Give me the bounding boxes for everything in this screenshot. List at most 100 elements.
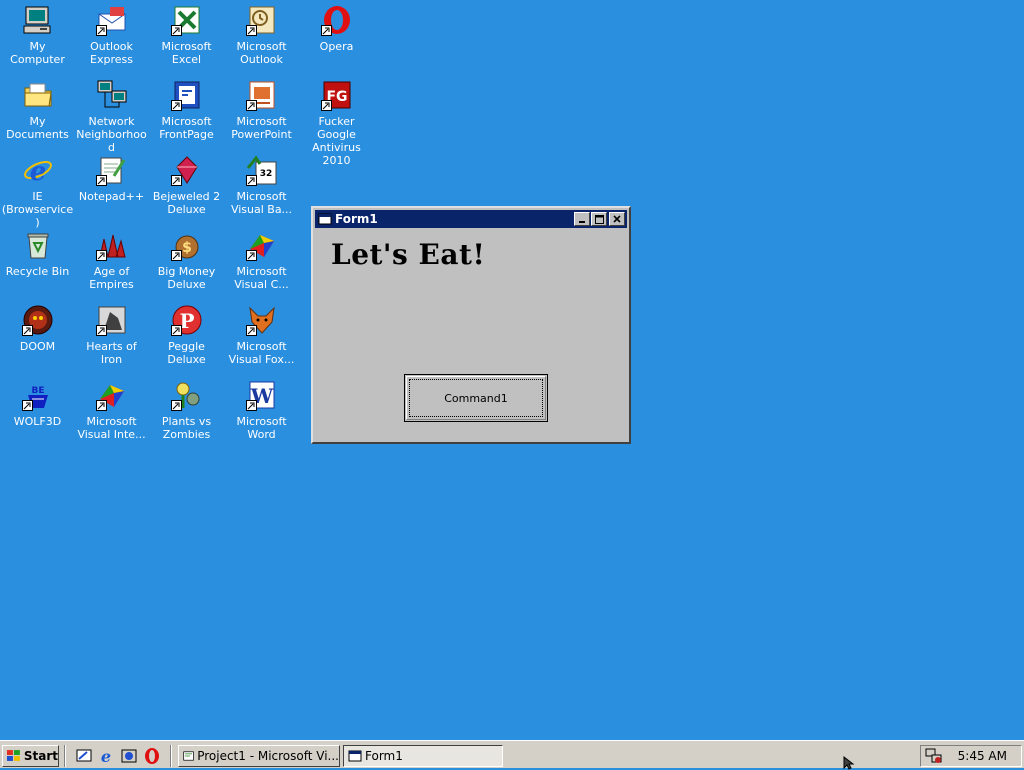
icon-label: My Documents (6, 115, 69, 141)
desktop-icon-my-documents[interactable]: My Documents (0, 77, 75, 149)
desktop-icon-hearts-of-iron[interactable]: Hearts of Iron (74, 302, 149, 374)
icon-label: Hearts of Iron (86, 340, 137, 366)
computer-icon (22, 4, 54, 36)
desktop-icon-wolf3d[interactable]: BE WOLF3D (0, 377, 75, 449)
shortcut-arrow-icon (245, 250, 257, 261)
close-icon (613, 215, 621, 223)
wolf3d-icon: BE (21, 379, 54, 411)
icon-label: Network Neighborhood (76, 115, 147, 154)
svg-text:32: 32 (259, 169, 272, 179)
task-label: Form1 (365, 749, 403, 763)
big-money-icon: $ (170, 229, 203, 261)
close-button[interactable] (609, 212, 625, 226)
outlook-icon (245, 4, 278, 36)
svg-text:$: $ (182, 240, 192, 256)
excel-icon (170, 4, 203, 36)
svg-text:e: e (29, 157, 46, 186)
network-tray-icon[interactable] (925, 748, 943, 764)
icon-label: Big Money Deluxe (157, 265, 216, 291)
plants-vs-zombies-icon (170, 379, 203, 411)
command1-button[interactable]: Command1 (404, 374, 548, 422)
icon-label: Recycle Bin (5, 265, 70, 278)
icon-label: IE (Browservice) (1, 190, 74, 229)
desktop-icon-big-money[interactable]: $ Big Money Deluxe (149, 227, 224, 299)
shortcut-arrow-icon (245, 25, 257, 36)
minimize-button[interactable] (574, 212, 590, 226)
clock[interactable]: 5:45 AM (958, 749, 1007, 763)
maximize-icon (594, 214, 604, 224)
task-button-form1[interactable]: Form1 (343, 745, 503, 767)
shortcut-arrow-icon (170, 325, 182, 336)
taskbar-separator (170, 745, 172, 767)
recycle-bin-icon (22, 229, 54, 261)
shortcut-arrow-icon (320, 100, 332, 111)
form-icon[interactable] (318, 212, 332, 226)
desktop-icon-antivirus[interactable]: FG Fucker Google Antivirus 2010 (299, 77, 374, 167)
start-label: Start (23, 749, 58, 763)
desktop-icon-ie[interactable]: e IE (Browservice) (0, 152, 75, 229)
icon-label: My Computer (10, 40, 65, 66)
show-desktop-icon[interactable] (75, 747, 93, 765)
form-icon (348, 750, 362, 762)
taskbar: Start e Project1 - Microsoft Vi... Form1… (0, 740, 1024, 768)
icon-label: Notepad++ (78, 190, 145, 203)
desktop-icon-plants-vs-zombies[interactable]: Plants vs Zombies (149, 377, 224, 449)
shortcut-arrow-icon (95, 400, 107, 411)
shortcut-arrow-icon (95, 175, 107, 186)
task-button-project1[interactable]: Project1 - Microsoft Vi... (178, 745, 340, 767)
desktop-icon-outlook-express[interactable]: Outlook Express (74, 2, 149, 74)
maximize-button[interactable] (591, 212, 607, 226)
icon-label: WOLF3D (13, 415, 62, 428)
shortcut-arrow-icon (245, 400, 257, 411)
shortcut-arrow-icon (21, 400, 33, 411)
desktop-icon-age-of-empires[interactable]: Age of Empires (74, 227, 149, 299)
desktop-icon-opera[interactable]: Opera (299, 2, 374, 74)
opera-icon[interactable] (143, 747, 161, 765)
desktop-icon-microsoft-powerpoint[interactable]: Microsoft PowerPoint (224, 77, 299, 149)
shortcut-arrow-icon (170, 25, 182, 36)
desktop-icon-network-neighborhood[interactable]: Network Neighborhood (74, 77, 149, 154)
form1-window[interactable]: Form1 Let's Eat! Command1 (311, 206, 631, 444)
desktop-icon-visual-foxpro[interactable]: Microsoft Visual Fox... (224, 302, 299, 374)
desktop-icon-microsoft-word[interactable]: W Microsoft Word (224, 377, 299, 449)
windows-logo-icon (6, 750, 20, 761)
command1-label: Command1 (444, 391, 508, 405)
visual-basic-icon: 32 (245, 154, 278, 186)
shortcut-arrow-icon (95, 325, 107, 336)
icon-label: Peggle Deluxe (167, 340, 206, 366)
folder-icon (22, 79, 54, 111)
icon-label: DOOM (19, 340, 56, 353)
shortcut-arrow-icon (170, 400, 182, 411)
svg-text:BE: BE (31, 386, 44, 396)
start-button[interactable]: Start (2, 745, 59, 767)
ie-icon: e (22, 154, 54, 186)
shortcut-arrow-icon (21, 325, 33, 336)
desktop-icon-microsoft-outlook[interactable]: Microsoft Outlook (224, 2, 299, 74)
desktop-icon-notepad-plus-plus[interactable]: Notepad++ (74, 152, 149, 224)
desktop-icon-bejeweled[interactable]: Bejeweled 2 Deluxe (149, 152, 224, 224)
desktop-icon-doom[interactable]: DOOM (0, 302, 75, 374)
window-titlebar[interactable]: Form1 (315, 210, 627, 228)
desktop-icon-visual-basic[interactable]: 32 Microsoft Visual Ba... (224, 152, 299, 224)
desktop-icon-visual-interdev[interactable]: Microsoft Visual Inte... (74, 377, 149, 449)
ie-icon[interactable]: e (97, 747, 115, 765)
desktop-icon-recycle-bin[interactable]: Recycle Bin (0, 227, 75, 299)
notepad-icon (95, 154, 128, 186)
desktop-icon-visual-c[interactable]: Microsoft Visual C... (224, 227, 299, 299)
desktop-icon-microsoft-frontpage[interactable]: Microsoft FrontPage (149, 77, 224, 149)
visual-interdev-icon (95, 379, 128, 411)
doom-icon (21, 304, 54, 336)
shortcut-arrow-icon (320, 25, 332, 36)
desktop-icon-microsoft-excel[interactable]: Microsoft Excel (149, 2, 224, 74)
desktop-icon-peggle[interactable]: P Peggle Deluxe (149, 302, 224, 374)
network-icon (96, 79, 128, 111)
shortcut-arrow-icon (245, 175, 257, 186)
icon-label: Microsoft Visual Ba... (230, 190, 293, 216)
icon-label: Microsoft Excel (161, 40, 212, 66)
system-tray: 5:45 AM (920, 745, 1022, 767)
channels-icon[interactable] (120, 747, 138, 765)
visual-basic-icon (183, 751, 194, 761)
desktop-icon-my-computer[interactable]: My Computer (0, 2, 75, 74)
taskbar-separator (64, 745, 66, 767)
window-title: Form1 (335, 212, 378, 226)
